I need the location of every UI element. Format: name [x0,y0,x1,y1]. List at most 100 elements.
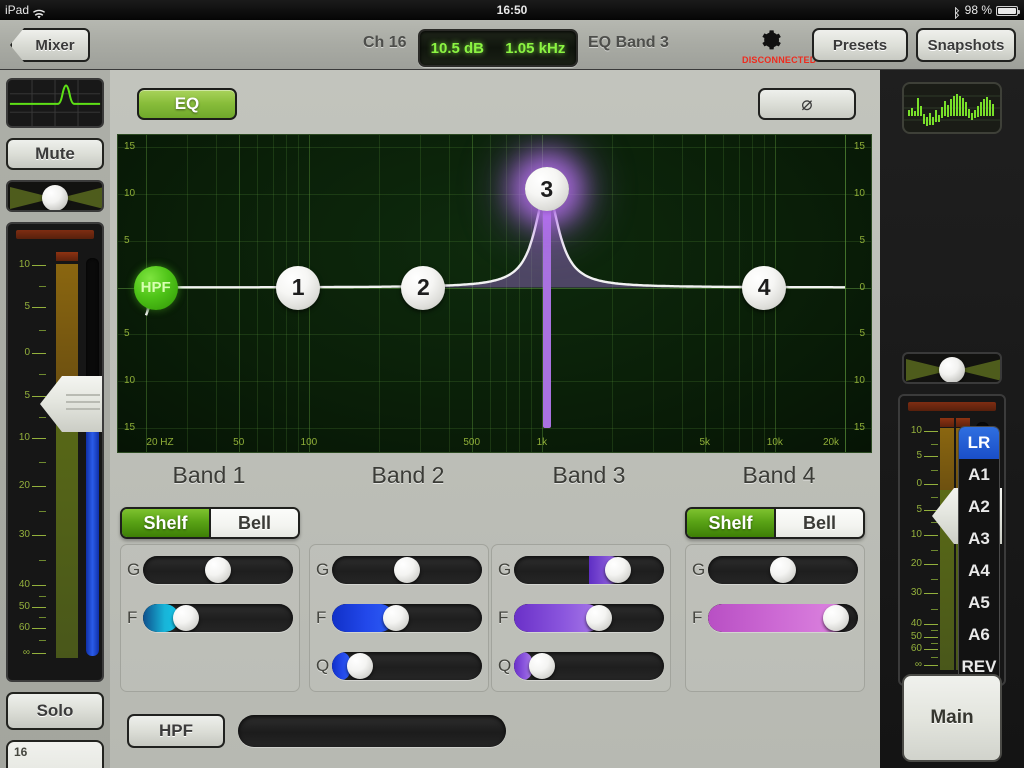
bus-assign-a1[interactable]: A1 [959,459,999,491]
connection-status-label: DISCONNECTED [742,55,817,65]
band-3-g-slider[interactable] [514,556,664,584]
slider-knob[interactable] [604,557,631,583]
scale-tick-minor [39,330,46,332]
pan-knob[interactable] [42,185,68,210]
scale-label: 20 [18,480,30,492]
eq-node-hpf[interactable]: HPF [133,265,178,310]
slider-label-q: Q [498,656,512,675]
scale-label: 10 [18,258,30,270]
master-pan-knob[interactable] [939,357,965,382]
scale-tick [924,636,938,638]
presets-button[interactable]: Presets [812,28,908,62]
slider-knob[interactable] [382,605,409,631]
clip-indicator-bar [16,230,94,239]
band-4-f-slider[interactable] [708,604,858,632]
pan-control[interactable] [6,180,104,212]
fader-handle[interactable] [40,376,102,432]
channel-label: Ch 16 [363,34,407,51]
band-1-f-slider[interactable] [143,604,293,632]
slider-knob[interactable] [823,605,850,631]
scale-tick-minor [39,560,46,562]
eq-node-4[interactable]: 4 [742,265,787,310]
slider-knob[interactable] [205,557,231,583]
slider-knob[interactable] [770,557,796,583]
snapshots-button[interactable]: Snapshots [916,28,1016,62]
band-2-q-slider[interactable] [332,652,482,680]
band-1-shape-toggle[interactable]: Shelf Bell [120,507,300,539]
slider-label-g: G [316,560,330,579]
scale-tick [32,353,46,355]
eq-node-3[interactable]: 3 [524,167,569,212]
band-3-f-row: F [498,603,664,633]
band-title-3: Band 3 [552,462,626,488]
bus-assign-list[interactable]: LRA1A2A3A4A5A6REVDLY [958,426,1000,684]
bus-assign-a3[interactable]: A3 [959,523,999,555]
value-readout-display: 10.5 dB 1.05 kHz [418,29,578,67]
band-1-shape-shelf[interactable]: Shelf [122,509,209,537]
slider-knob[interactable] [394,557,420,583]
master-pan-control[interactable] [902,352,1002,384]
band-2-f-slider[interactable] [332,604,482,632]
eq-node-2[interactable]: 2 [401,265,446,310]
band-2-g-slider[interactable] [332,556,482,584]
gear-icon[interactable] [758,30,782,56]
scale-label: 10 [910,424,922,436]
phase-invert-button[interactable]: ⌀ [758,88,856,120]
scale-label: 0 [24,347,30,359]
bus-assign-a6[interactable]: A6 [959,619,999,651]
scale-tick [32,606,46,608]
band-1-shape-bell[interactable]: Bell [209,509,298,537]
bus-assign-a5[interactable]: A5 [959,587,999,619]
channel-select-button[interactable]: 16 Ch 16 [6,740,104,768]
band-2-f-row: F [316,603,482,633]
slider-knob[interactable] [172,605,199,631]
battery-icon [996,6,1020,16]
hpf-frequency-slider[interactable] [238,715,506,747]
scale-tick-minor [931,642,938,644]
scale-label: 5 [916,450,922,462]
band-4-shape-shelf[interactable]: Shelf [687,509,774,537]
back-to-mixer-button[interactable]: Mixer [10,28,90,62]
scale-tick-minor [931,496,938,498]
scale-tick-minor [931,470,938,472]
scale-tick [32,486,46,488]
mini-eq-curve-display[interactable] [6,78,104,128]
bus-assign-a4[interactable]: A4 [959,555,999,587]
band-4-shape-bell[interactable]: Bell [774,509,863,537]
hpf-enable-button[interactable]: HPF [127,714,225,748]
scale-label: ∞ [22,647,30,658]
scale-tick-minor [39,510,46,512]
scale-tick-minor [931,608,938,610]
mute-button[interactable]: Mute [6,138,104,170]
scale-label: 50 [910,630,922,642]
slider-knob[interactable] [528,653,555,679]
scale-tick [32,437,46,439]
slider-knob[interactable] [585,605,612,631]
spectrum-analyzer-display[interactable] [902,82,1002,134]
band-3-q-slider[interactable] [514,652,664,680]
band-4-g-slider[interactable] [708,556,858,584]
scale-tick-minor [931,578,938,580]
scale-tick-minor [931,522,938,524]
band-2-controls: G F Q [309,544,489,692]
fader-track[interactable] [86,258,99,656]
band-4-shape-toggle[interactable]: Shelf Bell [685,507,865,539]
scale-tick [924,564,938,566]
bus-assign-a2[interactable]: A2 [959,491,999,523]
band-1-g-slider[interactable] [143,556,293,584]
band-3-q-indicator[interactable] [542,189,551,428]
eq-response-graph[interactable]: 15 10 5 5 10 15 15 10 5 0 5 10 15 20 HZ 50 100 500 1k 5k 10… [117,134,872,453]
gain-value: 10.5 dB [430,39,484,57]
settings-area[interactable]: DISCONNECTED [742,28,817,65]
eq-enable-button[interactable]: EQ [137,88,237,120]
eq-node-1[interactable]: 1 [276,265,321,310]
main-select-button[interactable]: Main [902,674,1002,762]
bus-assign-lr[interactable]: LR [959,427,999,459]
band-1-f-row: F [127,603,293,633]
solo-button[interactable]: Solo [6,692,104,730]
band-4-controls: GF [685,544,865,692]
slider-knob[interactable] [346,653,373,679]
band-3-f-slider[interactable] [514,604,664,632]
title-bar: Mixer Ch 16 10.5 dB 1.05 kHz EQ Band 3 D… [0,20,1024,70]
left-channel-strip: Mute 10505102030405060∞ Solo 16 Ch 16 [0,70,110,768]
